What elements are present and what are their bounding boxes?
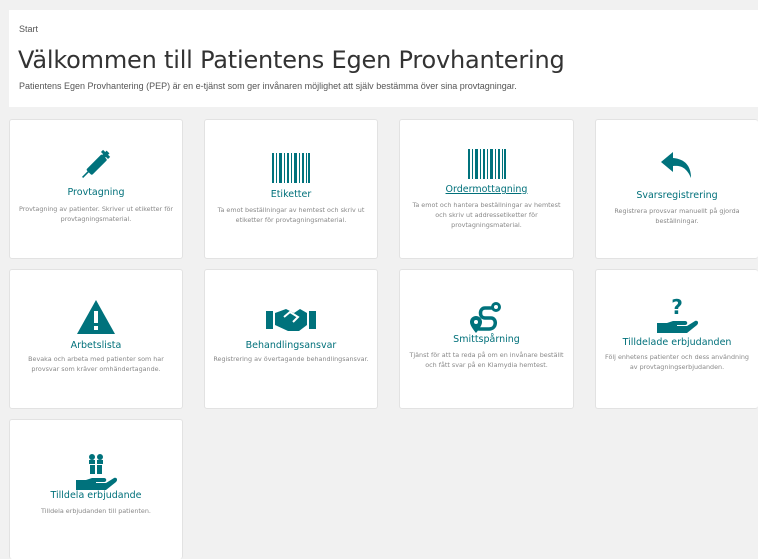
- card-description: Tilldela erbjudanden till patienten.: [41, 507, 151, 515]
- card-arbetslista[interactable]: Arbetslista Bevaka och arbeta med patien…: [9, 269, 183, 409]
- card-description: Provtagning av patienter. Skriver ut eti…: [19, 205, 173, 223]
- card-provtagning[interactable]: Provtagning Provtagning av patienter. Sk…: [9, 119, 183, 259]
- card-svarsregistrering[interactable]: Svarsregistrering Registrera provsvar ma…: [595, 119, 758, 259]
- page-title: Välkommen till Patientens Egen Provhante…: [18, 46, 565, 74]
- card-ordermottagning[interactable]: Ordermottagning Ta emot och hantera best…: [399, 119, 574, 259]
- card-description: Registrering av övertagande behandlingsa…: [213, 355, 369, 363]
- card-title: Svarsregistrering: [636, 190, 718, 201]
- card-description: Bevaka och arbeta med patienter som har …: [28, 355, 164, 373]
- card-title: Provtagning: [67, 187, 125, 198]
- hand-question-icon: ?: [655, 295, 699, 340]
- svg-text:?: ?: [671, 297, 683, 319]
- card-behandlingsansvar[interactable]: Behandlingsansvar Registrering av överta…: [204, 269, 378, 409]
- handshake-icon: [266, 305, 316, 338]
- card-description: Följ enhetens patienter och dess användn…: [605, 353, 749, 371]
- page-subtitle: Patientens Egen Provhantering (PEP) är e…: [19, 81, 517, 91]
- card-tilldela-erbjudande[interactable]: Tilldela erbjudande Tilldela erbjudanden…: [9, 419, 183, 559]
- card-title-link[interactable]: Ordermottagning: [400, 184, 573, 195]
- page-header: Start Välkommen till Patientens Egen Pro…: [9, 10, 758, 107]
- card-description: Ta emot beställningar av hemtest och skr…: [217, 206, 365, 224]
- card-description: Registrera provsvar manuellt på gjorda b…: [614, 207, 740, 225]
- warning-icon: [76, 299, 116, 340]
- card-tilldelade-erbjudanden[interactable]: ? Tilldelade erbjudanden Följ enhetens p…: [595, 269, 758, 409]
- card-title: Tilldela erbjudande: [50, 490, 142, 501]
- barcode-icon: [467, 149, 507, 184]
- card-description: Tjänst för att ta reda på om en invånare…: [409, 351, 564, 369]
- syringe-icon: [79, 147, 113, 186]
- card-etiketter[interactable]: Etiketter Ta emot beställningar av hemte…: [204, 119, 378, 259]
- card-title: Tilldelade erbjudanden: [622, 337, 732, 348]
- barcode-icon: [271, 153, 311, 188]
- reply-arrow-icon: [659, 150, 695, 187]
- card-title: Behandlingsansvar: [245, 340, 337, 351]
- card-smittsparning[interactable]: Smittspårning Tjänst för att ta reda på …: [399, 269, 574, 409]
- card-title: Etiketter: [270, 189, 312, 200]
- card-description: Ta emot och hantera beställningar av hem…: [412, 201, 561, 229]
- card-title: Smittspårning: [453, 334, 520, 345]
- card-title: Arbetslista: [70, 340, 122, 351]
- breadcrumb[interactable]: Start: [19, 24, 38, 34]
